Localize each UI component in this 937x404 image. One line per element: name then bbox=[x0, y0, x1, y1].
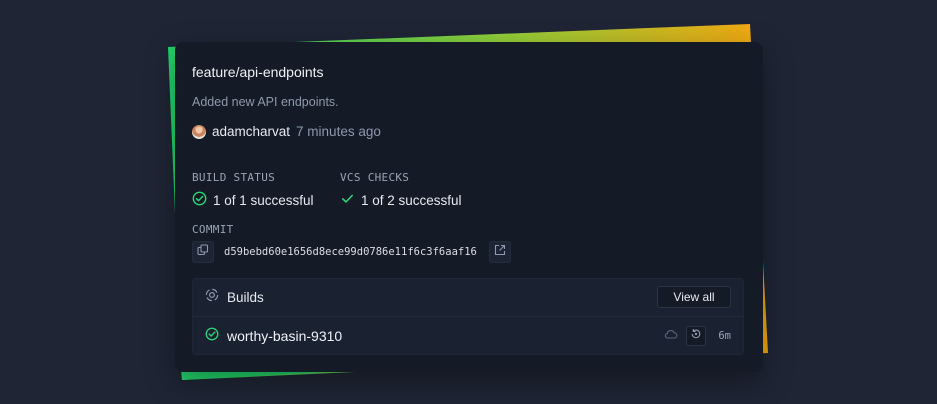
build-status-text: 1 of 1 successful bbox=[213, 192, 314, 208]
builds-title: Builds bbox=[227, 290, 264, 305]
commit-time: 7 minutes ago bbox=[296, 124, 381, 139]
build-row[interactable]: worthy-basin-9310 6m bbox=[193, 317, 743, 355]
check-circle-icon bbox=[192, 191, 207, 209]
check-icon bbox=[340, 191, 355, 209]
commit-sha[interactable]: d59bebd60e1656d8ece99d0786e11f6c3f6aaf16 bbox=[224, 246, 477, 258]
commit-row: d59bebd60e1656d8ece99d0786e11f6c3f6aaf16 bbox=[192, 241, 511, 263]
vcs-checks-label: VCS CHECKS bbox=[340, 171, 410, 184]
vcs-checks-section: VCS CHECKS 1 of 2 successful bbox=[340, 171, 462, 209]
user-avatar bbox=[192, 124, 206, 139]
build-status-label: BUILD STATUS bbox=[192, 171, 276, 184]
build-status-section: BUILD STATUS 1 of 1 successful bbox=[192, 171, 314, 209]
external-link-icon bbox=[494, 243, 506, 261]
builds-header: Builds View all bbox=[193, 279, 743, 317]
author-name[interactable]: adamcharvat bbox=[212, 124, 290, 139]
branch-name[interactable]: feature/api-endpoints bbox=[192, 64, 324, 80]
copy-sha-button[interactable] bbox=[192, 241, 214, 263]
build-name[interactable]: worthy-basin-9310 bbox=[227, 328, 342, 344]
commit-message: Added new API endpoints. bbox=[192, 95, 339, 109]
author-row: adamcharvat 7 minutes ago bbox=[192, 124, 381, 139]
vcs-checks-text: 1 of 2 successful bbox=[361, 192, 462, 208]
rerun-button[interactable] bbox=[686, 326, 707, 346]
builds-panel: Builds View all worthy-basin-9310 6m bbox=[192, 278, 744, 355]
vcs-checks-value[interactable]: 1 of 2 successful bbox=[340, 191, 462, 209]
view-all-button[interactable]: View all bbox=[657, 286, 731, 308]
build-status-value[interactable]: 1 of 1 successful bbox=[192, 191, 314, 209]
builds-icon bbox=[205, 288, 219, 307]
copy-icon bbox=[197, 243, 209, 261]
success-icon bbox=[205, 327, 219, 346]
commit-label: COMMIT bbox=[192, 223, 234, 236]
build-duration: 6m bbox=[718, 330, 731, 342]
commit-card: feature/api-endpoints Added new API endp… bbox=[175, 42, 763, 372]
build-meta: 6m bbox=[664, 326, 731, 346]
cloud-icon bbox=[664, 327, 678, 345]
open-commit-button[interactable] bbox=[488, 241, 511, 263]
rerun-icon bbox=[690, 327, 702, 345]
